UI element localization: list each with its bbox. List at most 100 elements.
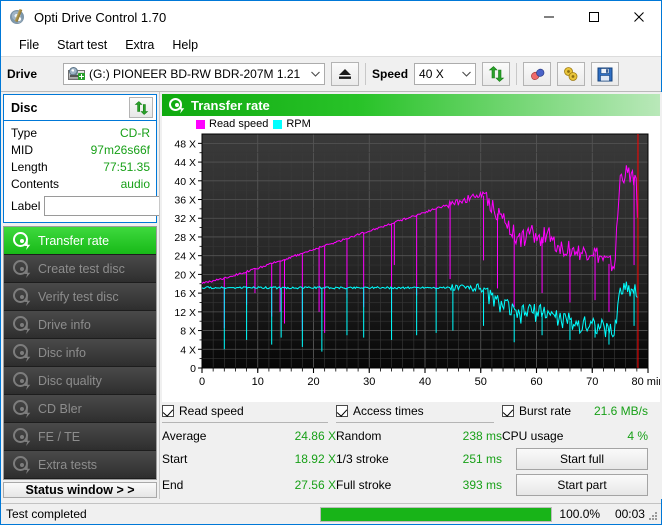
sidebar-filler (3, 479, 157, 480)
chart-canvas: 04 X8 X12 X16 X20 X24 X28 X32 X36 X40 X4… (162, 116, 660, 402)
disc-row-value: CD-R (120, 125, 150, 142)
disc-label-row: Label (11, 195, 150, 217)
speed-label: Speed (372, 67, 408, 81)
svg-text:24 X: 24 X (174, 251, 196, 263)
read-speed-key-end: End (162, 475, 258, 495)
svg-text:0: 0 (199, 376, 205, 388)
menu-item-file[interactable]: File (10, 35, 48, 55)
svg-text:4 X: 4 X (180, 344, 196, 356)
disc-refresh-button[interactable] (129, 97, 153, 118)
disc-row-type: Type CD-R (11, 125, 150, 142)
burst-rate-value: 21.6 MB/s (584, 404, 648, 420)
window-title: Opti Drive Control 1.70 (34, 10, 166, 25)
disc-panel-title: Disc (11, 101, 37, 115)
svg-text:0: 0 (190, 363, 196, 375)
status-window-button[interactable]: Status window > > (3, 482, 157, 498)
disc-row-key: Type (11, 125, 37, 142)
disc-bolt-icon (13, 456, 30, 473)
start-part-cell: Start part (502, 472, 648, 498)
burst-rate-checkbox[interactable] (502, 405, 514, 417)
start-full-button[interactable]: Start full (516, 448, 648, 470)
svg-text:48 X: 48 X (174, 138, 196, 150)
read-speed-header-label: Read speed (179, 404, 244, 418)
access-times-checkbox[interactable] (336, 405, 348, 417)
results-panel: Read speed Access times Burst rate 21.6 … (162, 402, 660, 498)
sidebar-item-label: Extra tests (38, 458, 97, 472)
erase-button[interactable] (523, 62, 551, 86)
menu-item-help[interactable]: Help (163, 35, 207, 55)
chevron-down-icon (307, 64, 324, 84)
speed-select[interactable]: 40 X (414, 63, 476, 85)
transfer-rate-chart[interactable]: Read speed RPM 04 X8 X12 X16 X20 X24 X28… (162, 116, 660, 402)
svg-text:36 X: 36 X (174, 195, 196, 207)
sidebar-item-label: FE / TE (38, 430, 80, 444)
sidebar-item-disc-quality[interactable]: Disc quality (4, 367, 156, 395)
sidebar-item-create-test-disc[interactable]: Create test disc (4, 255, 156, 283)
start-part-button[interactable]: Start part (516, 474, 648, 496)
svg-text:30: 30 (363, 376, 375, 388)
minimize-icon[interactable] (526, 1, 571, 33)
disc-bolt-icon (13, 428, 30, 445)
results-grid: Read speed Access times Burst rate 21.6 … (162, 404, 660, 498)
read-speed-header: Read speed (162, 404, 336, 420)
access-times-key-third-stroke: 1/3 stroke (336, 449, 428, 469)
eject-button[interactable] (331, 62, 359, 86)
access-times-value-random: 238 ms (428, 426, 502, 446)
sidebar-item-label: Disc info (38, 346, 86, 360)
maximize-icon[interactable] (571, 1, 616, 33)
burst-rate-header-label: Burst rate (519, 404, 571, 418)
sidebar-item-cd-bler[interactable]: CD Bler (4, 395, 156, 423)
main-area: Disc Type CD-R MID 97m2 (1, 92, 661, 499)
sidebar-item-transfer-rate[interactable]: Transfer rate (4, 227, 156, 255)
svg-text:44 X: 44 X (174, 157, 196, 169)
access-times-key-full-stroke: Full stroke (336, 475, 428, 495)
sidebar-item-fe-te[interactable]: FE / TE (4, 423, 156, 451)
nav-list: Transfer rate Create test disc Verify te… (3, 226, 157, 479)
refresh-button[interactable] (482, 62, 510, 86)
read-speed-value-start: 18.92 X (258, 449, 336, 469)
read-speed-key-average: Average (162, 426, 258, 446)
divider (162, 422, 328, 423)
svg-text:40 X: 40 X (174, 176, 196, 188)
drive-label: Drive (7, 67, 37, 81)
right-panel: Transfer rate Read speed RPM 04 X8 X12 X… (159, 92, 662, 499)
sidebar-item-extra-tests[interactable]: Extra tests (4, 451, 156, 479)
chart-title: Transfer rate (191, 98, 270, 113)
close-icon[interactable] (616, 1, 661, 33)
disc-bolt-icon (13, 288, 30, 305)
sidebar-item-disc-info[interactable]: Disc info (4, 339, 156, 367)
progress-bar (320, 507, 553, 522)
read-speed-key-start: Start (162, 449, 258, 469)
legend-item-read-speed: Read speed (196, 118, 268, 130)
burst-rate-header: Burst rate (502, 404, 584, 420)
sidebar-item-label: Verify test disc (38, 290, 119, 304)
access-times-key-random: Random (336, 426, 428, 446)
menu-item-extra[interactable]: Extra (116, 35, 163, 55)
chart-legend: Read speed RPM (196, 118, 311, 130)
speed-select-value: 40 X (419, 67, 444, 81)
svg-text:32 X: 32 X (174, 213, 196, 225)
access-times-header-label: Access times (353, 404, 424, 418)
sidebar-item-verify-test-disc[interactable]: Verify test disc (4, 283, 156, 311)
read-speed-checkbox[interactable] (162, 405, 174, 417)
save-button[interactable] (591, 62, 619, 86)
access-times-value-full-stroke: 393 ms (428, 475, 502, 495)
resize-grip[interactable] (647, 510, 659, 522)
legend-swatch-rpm (273, 120, 282, 129)
legend-swatch-read-speed (196, 120, 205, 129)
disc-row-mid: MID 97m26s66f (11, 142, 150, 159)
disc-bolt-icon (169, 98, 184, 113)
svg-text:16 X: 16 X (174, 288, 196, 300)
disc-bolt-icon (13, 316, 30, 333)
sidebar-item-label: Drive info (38, 318, 91, 332)
settings-button[interactable] (557, 62, 585, 86)
divider (336, 422, 494, 423)
legend-label-rpm: RPM (286, 118, 310, 130)
status-bar: Test completed 100.0% 00:03 (1, 503, 661, 524)
drive-icon (68, 67, 85, 81)
drive-select[interactable]: (G:) PIONEER BD-RW BDR-207M 1.21 (63, 63, 325, 85)
menu-item-start-test[interactable]: Start test (48, 35, 116, 55)
disc-row-key: Length (11, 159, 48, 176)
sidebar-item-drive-info[interactable]: Drive info (4, 311, 156, 339)
status-text: Test completed (1, 507, 320, 521)
